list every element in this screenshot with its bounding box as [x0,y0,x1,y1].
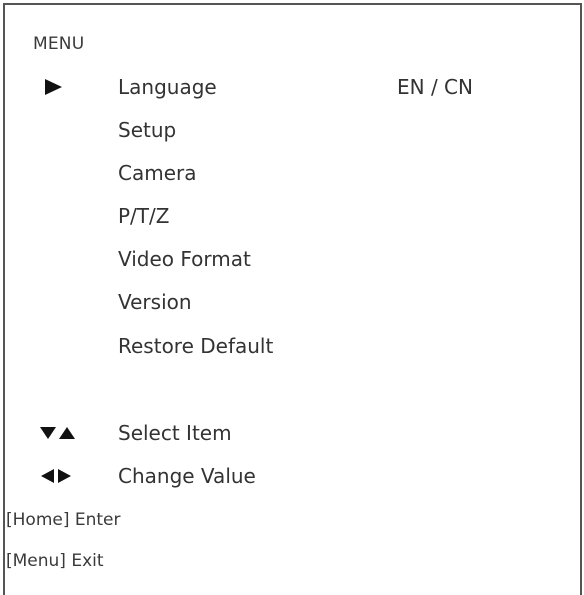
left-right-arrows-icon [40,461,90,491]
menu-item-camera[interactable]: Camera [0,158,584,188]
menu-item-label: Setup [118,118,177,142]
left-arrow-icon [41,469,54,483]
menu-item-restore-default[interactable]: Restore Default [0,331,584,361]
menu-item-label: Restore Default [118,334,274,358]
menu-title: MENU [33,34,85,54]
menu-item-label: Language [118,75,217,99]
help-exit: [Menu] Exit [6,546,104,576]
enter-label: Enter [74,510,121,530]
menu-item-label: P/T/Z [118,204,170,228]
menu-item-label: Version [118,290,192,314]
menu-item-version[interactable]: Version [0,287,584,317]
down-up-arrows-icon [40,418,90,448]
help-select-label: Select Item [118,421,232,445]
exit-label: Exit [71,551,104,571]
selection-cursor [40,72,90,102]
menu-item-ptz[interactable]: P/T/Z [0,201,584,231]
language-value[interactable]: EN / CN [397,72,473,102]
menu-key-label: [Menu] [6,551,66,571]
menu-item-language[interactable]: Language EN / CN [0,72,584,102]
menu-item-setup[interactable]: Setup [0,115,584,145]
menu-item-label: Video Format [118,247,251,271]
home-key-label: [Home] [6,510,70,530]
up-arrow-icon [59,427,75,439]
right-arrow-icon [58,469,71,483]
menu-item-video-format[interactable]: Video Format [0,244,584,274]
help-select-item: Select Item [0,418,584,448]
help-enter: [Home] Enter [6,505,121,535]
down-arrow-icon [40,427,56,439]
menu-item-label: Camera [118,161,197,185]
help-change-label: Change Value [118,464,256,488]
help-change-value: Change Value [0,461,584,491]
selection-arrow-icon [45,79,62,95]
